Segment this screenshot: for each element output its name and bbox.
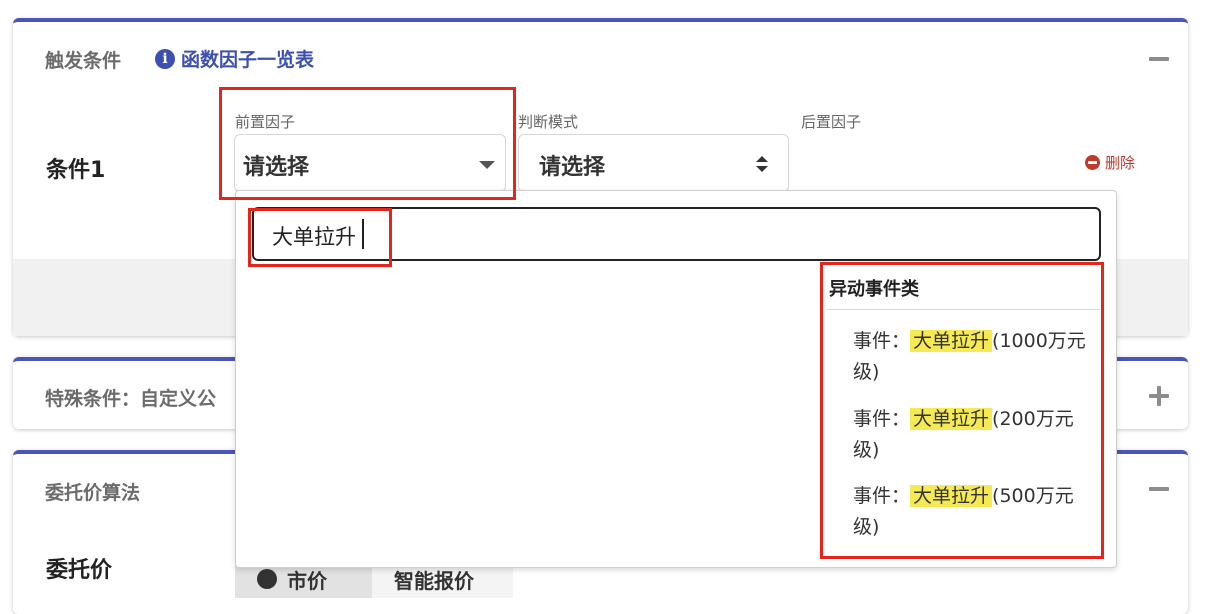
option-match-highlight: 大单拉升 — [910, 485, 993, 507]
delete-condition-label: 删除 — [1105, 154, 1136, 172]
minus-icon — [1149, 57, 1169, 61]
option-match-highlight: 大单拉升 — [910, 408, 993, 430]
function-factor-list-label: 函数因子一览表 — [181, 49, 315, 71]
entrust-price-label: 委托价 — [46, 558, 113, 583]
info-circle-icon: i — [155, 48, 175, 69]
expand-special-card-button[interactable] — [1148, 385, 1170, 407]
pre-factor-select[interactable]: 请选择 — [234, 134, 506, 192]
option-item[interactable]: 事件： 大单拉升 (200万元级) — [853, 404, 1088, 466]
pre-factor-label: 前置因子 — [235, 113, 296, 131]
judge-mode-label: 判断模式 — [518, 113, 579, 131]
text-cursor — [362, 219, 364, 249]
option-item[interactable]: 事件： 大单拉升 (500万元级) — [853, 481, 1088, 543]
factor-dropdown: 大单拉升 异动事件类 事件： 大单拉升 (1000万元级) 事件： 大单拉升 (200万… — [235, 190, 1117, 568]
collapse-entrust-card-button[interactable] — [1148, 478, 1170, 500]
judge-mode-select[interactable]: 请选择 — [518, 134, 789, 192]
smart-quote-label: 智能报价 — [394, 569, 474, 593]
caret-down-icon — [479, 161, 495, 169]
minus-circle-icon — [1085, 155, 1100, 170]
factor-search-input[interactable]: 大单拉升 — [252, 207, 1101, 261]
special-card-title: 特殊条件：自定义公 — [45, 388, 217, 410]
entrust-card-title: 委托价算法 — [45, 482, 141, 504]
post-factor-label: 后置因子 — [801, 113, 862, 131]
option-group-title: 异动事件类 — [829, 279, 919, 300]
option-item[interactable]: 事件： 大单拉升 (1000万元级) — [853, 326, 1088, 388]
minus-icon — [1149, 487, 1169, 491]
sort-updown-icon — [756, 156, 770, 174]
radio-selected-icon — [257, 569, 277, 589]
market-price-label: 市价 — [287, 569, 327, 593]
function-factor-list-link[interactable]: i 函数因子一览表 — [155, 45, 314, 72]
group-divider — [827, 309, 1100, 310]
factor-search-value: 大单拉升 — [272, 225, 356, 249]
option-match-highlight: 大单拉升 — [910, 330, 993, 352]
condition-label: 条件1 — [46, 158, 106, 183]
collapse-trigger-card-button[interactable] — [1148, 48, 1170, 70]
judge-mode-select-value: 请选择 — [539, 155, 606, 180]
pre-factor-select-value: 请选择 — [243, 155, 310, 180]
trigger-card-title: 触发条件 — [45, 50, 122, 72]
delete-condition-button[interactable]: 删除 — [1085, 152, 1135, 173]
